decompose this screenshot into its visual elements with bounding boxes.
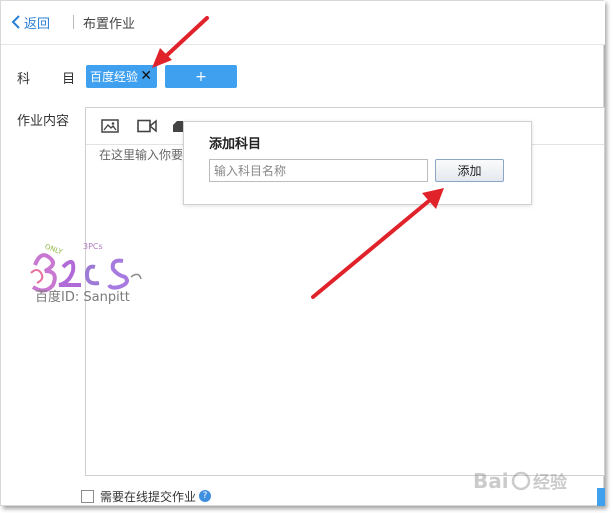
help-icon[interactable]: ? xyxy=(199,490,212,502)
editor-placeholder: 在这里输入你要 xyxy=(99,148,184,162)
svg-text:Bai: Bai xyxy=(473,469,509,493)
add-button[interactable]: 添加 xyxy=(435,159,504,182)
subject-tag[interactable]: 百度经验 ✕ xyxy=(86,65,157,88)
back-button[interactable]: 返回 xyxy=(11,13,51,32)
submit-online-label: 需要在线提交作业 xyxy=(100,489,197,504)
content-label: 作业内容 xyxy=(17,114,70,129)
subject-tag-label: 百度经验 xyxy=(90,70,139,84)
top-bar: 返回 布置作业 xyxy=(1,1,605,45)
submit-online-option: 需要在线提交作业 ? xyxy=(81,488,212,504)
subject-name-input[interactable] xyxy=(209,159,428,182)
header-divider xyxy=(73,15,74,29)
page-title: 布置作业 xyxy=(83,17,136,32)
image-icon[interactable] xyxy=(101,119,119,133)
popup-title: 添加科目 xyxy=(209,137,262,152)
app-window: 返回 布置作业 科 目 百度经验 ✕ + 作业内容 在这里输入你要 添加科目 输… xyxy=(0,0,605,506)
submit-online-checkbox[interactable] xyxy=(81,489,94,503)
video-icon[interactable] xyxy=(137,119,157,133)
svg-text:3PCs: 3PCs xyxy=(83,242,103,251)
add-subject-button[interactable]: + xyxy=(165,65,237,88)
subject-label: 科 目 xyxy=(17,72,90,87)
add-subject-popup: 添加科目 添加 xyxy=(183,121,532,205)
back-label: 返回 xyxy=(24,16,51,32)
corner-button-edge[interactable] xyxy=(597,488,605,506)
watermark-text: 百度ID: Sanpitt xyxy=(35,290,130,305)
chevron-left-icon xyxy=(11,15,20,29)
close-icon[interactable]: ✕ xyxy=(140,68,152,84)
baidu-jingyan-logo: Bai 经验 xyxy=(473,469,568,493)
svg-text:经验: 经验 xyxy=(533,472,568,493)
